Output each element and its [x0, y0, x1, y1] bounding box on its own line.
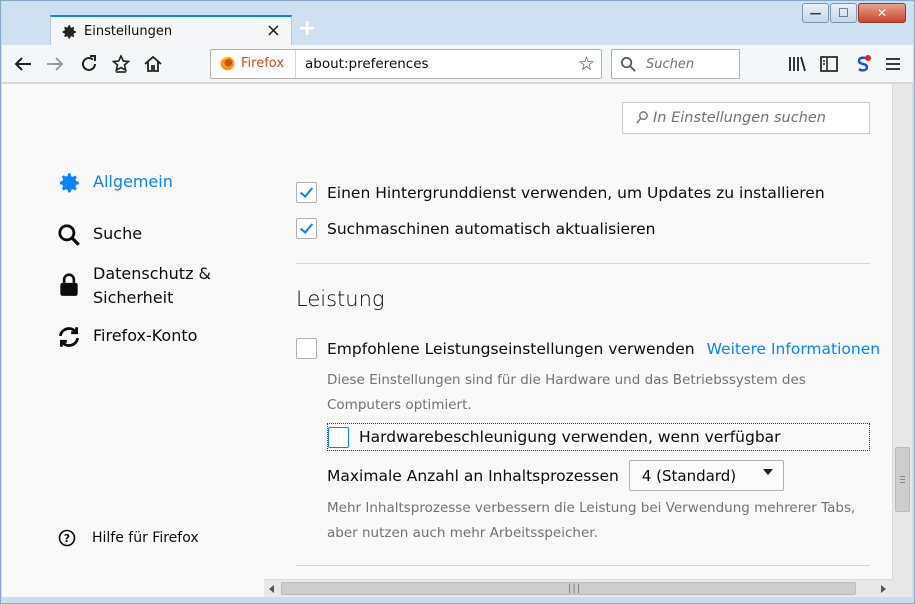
- bottom-spacer: [2, 579, 264, 597]
- close-icon: ✕: [876, 6, 888, 20]
- gear-icon: [59, 173, 79, 193]
- maximize-button[interactable]: ☐: [830, 3, 857, 23]
- back-arrow-icon[interactable]: [12, 53, 34, 75]
- content-process-label: Maximale Anzahl an Inhaltsprozessen: [327, 466, 619, 485]
- category-datenschutz[interactable]: Datenschutz & Sicherheit: [56, 262, 213, 310]
- reload-icon[interactable]: [78, 53, 100, 75]
- hardware-acceleration-option: Hardwarebeschleunigung verwenden, wenn v…: [327, 423, 870, 451]
- search-icon: [58, 224, 80, 246]
- maximize-icon: ☐: [838, 6, 849, 20]
- background-service-checkbox[interactable]: [296, 182, 317, 203]
- section-divider: [296, 565, 870, 566]
- search-icon: [636, 111, 648, 124]
- category-label: Allgemein: [93, 172, 173, 191]
- tab-strip: Einstellungen × + — ☐ ✕: [2, 2, 913, 46]
- background-service-option: Einen Hintergrunddienst verwenden, um Up…: [296, 182, 825, 203]
- url-text[interactable]: about:preferences: [305, 56, 429, 72]
- vertical-scrollbar[interactable]: [892, 84, 912, 579]
- category-label: Suche: [93, 224, 143, 243]
- recommended-performance-description: Diese Einstellungen sind für die Hardwar…: [327, 372, 806, 413]
- performance-heading: Leistung: [296, 287, 385, 311]
- hardware-acceleration-label[interactable]: Hardwarebeschleunigung verwenden, wenn v…: [359, 428, 781, 446]
- more-info-link[interactable]: Weitere Informationen: [707, 340, 880, 358]
- category-label: Firefox-Konto: [93, 326, 198, 345]
- search-icon: [621, 57, 636, 72]
- help-link[interactable]: ? Hilfe für Firefox: [58, 529, 199, 547]
- home-icon[interactable]: [142, 53, 164, 75]
- section-divider: [296, 263, 870, 264]
- background-service-label[interactable]: Einen Hintergrunddienst verwenden, um Up…: [327, 184, 825, 202]
- recommended-performance-checkbox[interactable]: [296, 338, 317, 359]
- vertical-scroll-thumb[interactable]: [895, 447, 910, 512]
- recommended-performance-label[interactable]: Empfohlene Leistungseinstellungen verwen…: [327, 340, 695, 358]
- scroll-left-arrow-icon[interactable]: [269, 585, 274, 593]
- content-process-description: Mehr Inhaltsprozesse verbessern die Leis…: [327, 500, 856, 541]
- tab-title: Einstellungen: [84, 24, 173, 39]
- search-engine-update-label[interactable]: Suchmaschinen automatisch aktualisieren: [327, 220, 655, 238]
- sidebar-icon[interactable]: [818, 53, 840, 75]
- browser-window: Einstellungen × + — ☐ ✕ Firefox about:pr…: [0, 0, 915, 604]
- help-label: Hilfe für Firefox: [92, 530, 199, 546]
- library-icon[interactable]: [786, 53, 808, 75]
- new-tab-button[interactable]: +: [298, 16, 316, 42]
- help-icon: ?: [58, 529, 76, 547]
- scrollbar-corner: [892, 579, 912, 597]
- dropdown-arrow-icon: [762, 469, 773, 475]
- preferences-page: In Einstellungen suchen Allgemein Suche …: [2, 84, 892, 579]
- content-process-select[interactable]: 4 (Standard): [628, 460, 784, 491]
- sync-icon: [58, 327, 80, 347]
- forward-arrow-icon[interactable]: [44, 53, 66, 75]
- category-label: Datenschutz & Sicherheit: [93, 264, 212, 307]
- horizontal-scroll-thumb[interactable]: |||: [281, 582, 856, 595]
- hardware-acceleration-checkbox[interactable]: [328, 426, 349, 448]
- content-process-option: Maximale Anzahl an Inhaltsprozessen 4 (S…: [327, 460, 784, 491]
- category-suche[interactable]: Suche: [56, 222, 142, 248]
- content-process-value: 4 (Standard): [641, 467, 737, 485]
- svg-text:?: ?: [64, 532, 70, 545]
- minimize-icon: —: [809, 6, 822, 20]
- close-tab-icon[interactable]: ×: [266, 21, 281, 41]
- search-engine-update-checkbox[interactable]: [296, 218, 317, 239]
- horizontal-scrollbar[interactable]: |||: [264, 579, 892, 597]
- firefox-logo-icon: [220, 56, 235, 71]
- navigation-toolbar: Firefox about:preferences ☆ Suchen: [2, 45, 913, 83]
- close-window-button[interactable]: ✕: [858, 3, 906, 23]
- category-allgemein[interactable]: Allgemein: [56, 170, 173, 196]
- find-in-preferences-input[interactable]: In Einstellungen suchen: [622, 102, 870, 134]
- scroll-right-arrow-icon[interactable]: [881, 585, 886, 593]
- find-placeholder: In Einstellungen suchen: [653, 110, 826, 126]
- url-bar[interactable]: Firefox about:preferences ☆: [210, 49, 602, 79]
- gear-icon: [62, 25, 76, 39]
- tab-einstellungen[interactable]: Einstellungen ×: [50, 15, 292, 46]
- bookmark-star-icon[interactable]: ☆: [578, 54, 595, 74]
- identity-label: Firefox: [241, 56, 285, 71]
- pocket-save-icon[interactable]: [110, 53, 132, 75]
- recommended-performance-option: Empfohlene Leistungseinstellungen verwen…: [296, 338, 880, 359]
- minimize-button[interactable]: —: [802, 3, 829, 23]
- extension-icon[interactable]: [852, 53, 874, 75]
- search-bar[interactable]: Suchen: [611, 49, 740, 79]
- identity-box[interactable]: Firefox: [211, 50, 296, 78]
- lock-icon: [60, 273, 78, 296]
- search-engine-update-option: Suchmaschinen automatisch aktualisieren: [296, 218, 655, 239]
- search-placeholder: Suchen: [646, 57, 695, 72]
- menu-hamburger-icon[interactable]: [882, 53, 904, 75]
- category-firefox-konto[interactable]: Firefox-Konto: [56, 324, 197, 350]
